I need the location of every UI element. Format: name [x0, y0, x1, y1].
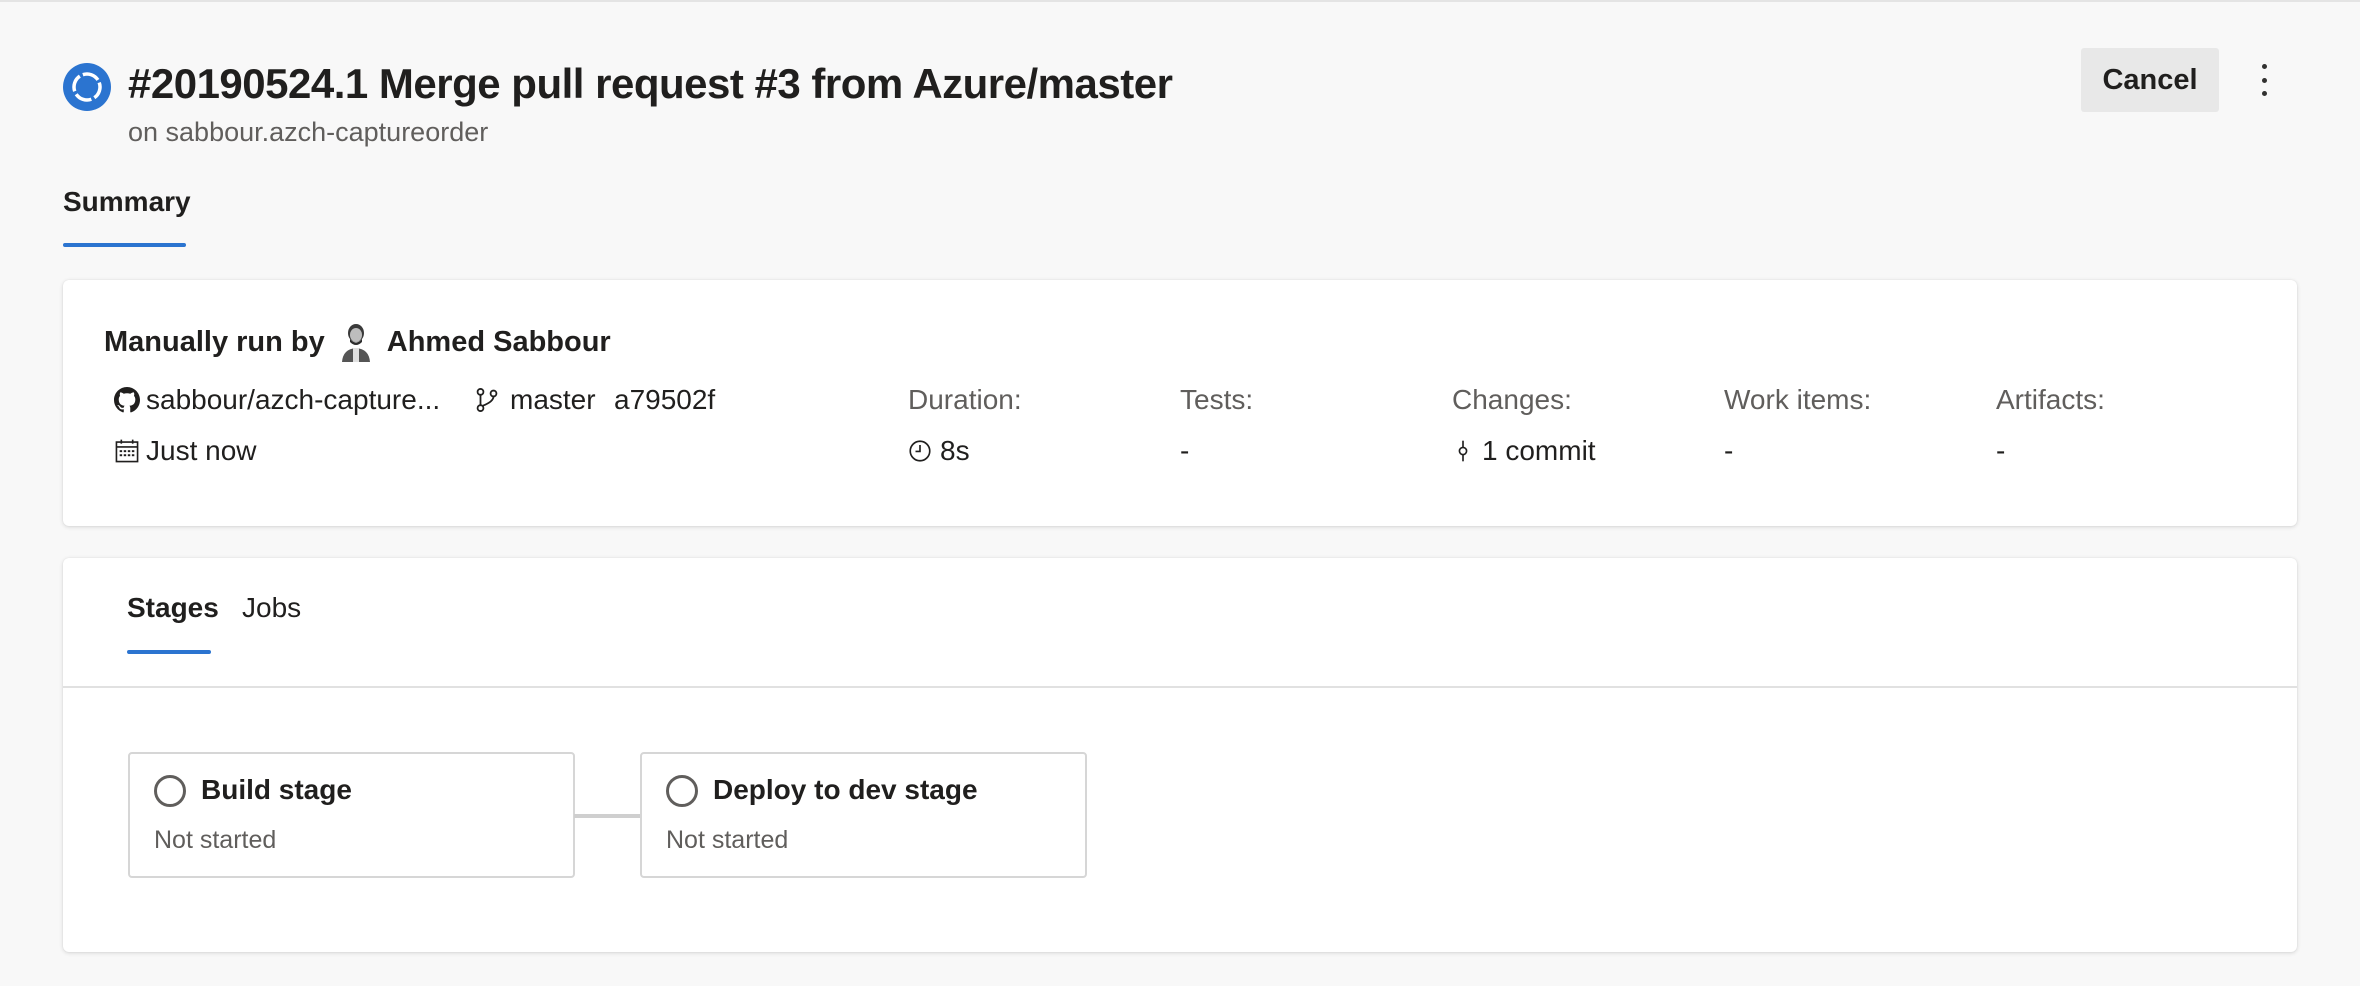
changes-value: 1 commit — [1482, 435, 1596, 466]
not-started-icon — [666, 775, 698, 807]
work-items-value: - — [1724, 435, 1734, 466]
branch-link[interactable]: master — [474, 381, 596, 419]
clock-icon — [909, 440, 931, 462]
changes-value-row[interactable]: 1 commit — [1452, 432, 1596, 470]
work-items-label: Work items: — [1724, 384, 1872, 415]
commit-hash: a79502f — [614, 384, 716, 415]
page-subtitle: on sabbour.azch-captureorder — [128, 117, 489, 147]
stage-card-build[interactable]: Build stage Not started — [128, 752, 575, 878]
tests-value: - — [1180, 435, 1190, 466]
artifacts-value: - — [1996, 435, 2006, 466]
duration-value: 8s — [940, 435, 970, 466]
calendar-icon — [115, 439, 139, 463]
run-by-label: Manually run by — [104, 326, 325, 358]
duration-value-row: 8s — [908, 432, 970, 470]
more-dots-icon — [2261, 64, 2267, 69]
tests-label: Tests: — [1180, 384, 1254, 415]
stage-name: Build stage — [201, 774, 352, 805]
in-progress-icon — [63, 63, 111, 111]
page-header: #20190524.1 Merge pull request #3 from A… — [63, 48, 2303, 154]
commit-icon — [1458, 440, 1468, 462]
not-started-icon — [154, 775, 186, 807]
tab-jobs[interactable]: Jobs — [242, 588, 301, 628]
tabs-divider — [63, 686, 2297, 688]
artifacts-label: Artifacts: — [1996, 384, 2105, 415]
top-border — [0, 0, 2360, 2]
run-time-value: Just now — [146, 435, 257, 466]
branch-icon — [476, 388, 498, 412]
stage-name: Deploy to dev stage — [713, 774, 978, 805]
branch-name: master — [510, 384, 596, 415]
github-icon — [114, 387, 140, 413]
stage-status: Not started — [154, 826, 277, 854]
run-time: Just now — [114, 432, 257, 470]
more-actions-button[interactable] — [2249, 58, 2279, 102]
tab-summary[interactable]: Summary — [63, 182, 191, 222]
tab-stages-indicator — [127, 650, 211, 654]
tab-stages[interactable]: Stages — [127, 588, 219, 628]
run-by-line: Manually run by Ahmed Sabbour — [104, 322, 611, 362]
avatar[interactable] — [339, 322, 373, 362]
duration-label: Duration: — [908, 384, 1022, 415]
changes-label: Changes: — [1452, 384, 1572, 415]
stage-card-deploy-dev[interactable]: Deploy to dev stage Not started — [640, 752, 1087, 878]
page-title: #20190524.1 Merge pull request #3 from A… — [128, 60, 1173, 107]
stage-status: Not started — [666, 826, 789, 854]
cancel-button[interactable]: Cancel — [2081, 48, 2219, 112]
repository-name: sabbour/azch-capture... — [146, 384, 441, 415]
run-by-user[interactable]: Ahmed Sabbour — [387, 322, 611, 362]
stages-card: Stages Jobs Build stage Not started Depl… — [63, 558, 2297, 952]
stage-connector — [574, 814, 640, 818]
commit-link[interactable]: a79502f — [614, 381, 715, 419]
run-summary-card: Manually run by Ahmed Sabbour sabbour/az… — [63, 280, 2297, 526]
repository-link[interactable]: sabbour/azch-capture... — [114, 381, 440, 419]
tab-summary-indicator — [63, 243, 186, 247]
